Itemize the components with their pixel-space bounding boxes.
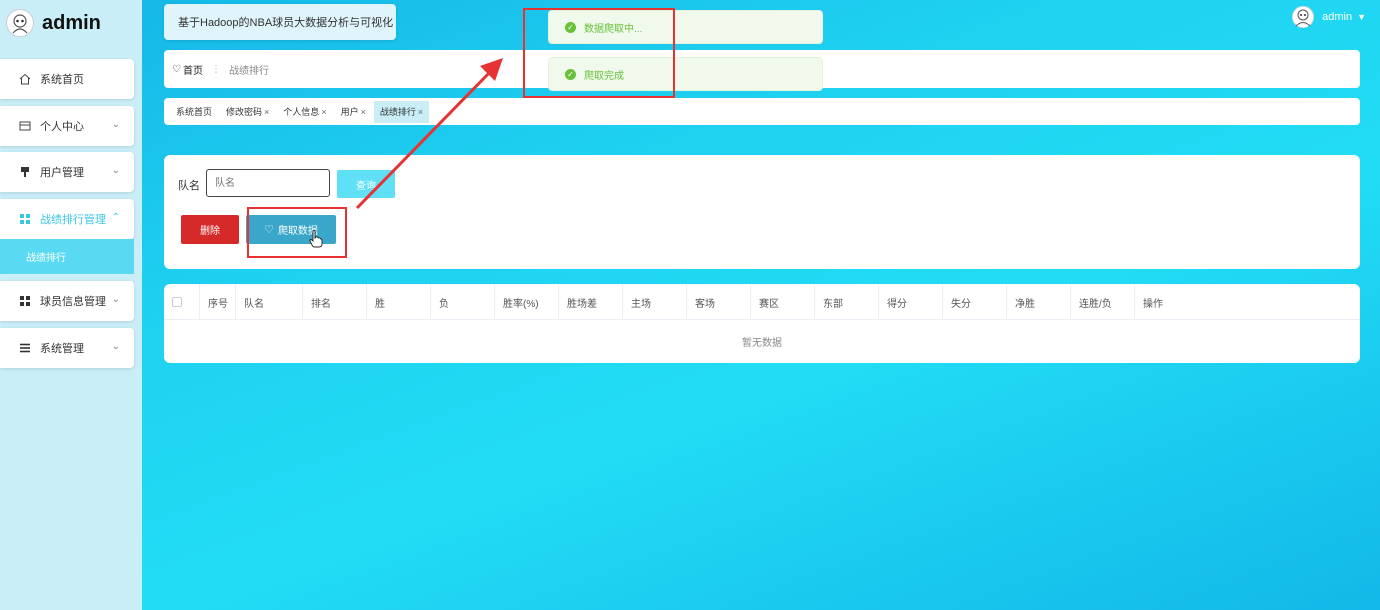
column-header: 负 bbox=[431, 284, 495, 320]
system-title: 基于Hadoop的NBA球员大数据分析与可视化 bbox=[164, 4, 396, 40]
column-header: 序号 bbox=[200, 284, 236, 320]
tab-ranking[interactable]: 战绩排行 × bbox=[373, 100, 430, 123]
column-header: 排名 bbox=[303, 284, 367, 320]
breadcrumb-separator: ⋮ bbox=[210, 63, 221, 75]
column-header: 主场 bbox=[623, 284, 687, 320]
chevron-down-icon: ⌄ bbox=[111, 119, 120, 130]
column-header: 净胜 bbox=[1007, 284, 1071, 320]
query-button[interactable]: 查询 bbox=[337, 170, 395, 198]
column-header: 胜场差 bbox=[559, 284, 623, 320]
ranking-table: 序号 队名 排名 胜 负 胜率(%) 胜场差 主场 客场 赛区 东部 得分 失分… bbox=[164, 284, 1360, 363]
sidebar-item-label: 球员信息管理 bbox=[40, 296, 106, 308]
chevron-down-icon: ⌄ bbox=[111, 341, 120, 352]
sidebar-item-label: 用户管理 bbox=[40, 167, 84, 179]
column-header: 客场 bbox=[687, 284, 751, 320]
tab-label: 战绩排行 bbox=[379, 107, 416, 117]
chevron-up-icon: ⌃ bbox=[111, 212, 120, 223]
delete-button[interactable]: 删除 bbox=[181, 215, 239, 244]
tab-user[interactable]: 用户 × bbox=[335, 101, 372, 123]
sidebar-item-label: 个人中心 bbox=[40, 121, 84, 133]
user-menu[interactable]: admin ▼ bbox=[1292, 6, 1366, 28]
sidebar-item-player-manage[interactable]: 球员信息管理 ⌄ bbox=[0, 281, 134, 321]
column-header: 失分 bbox=[943, 284, 1007, 320]
tabs-bar: 系统首页 修改密码 × 个人信息 × 用户 × 战绩排行 × bbox=[164, 98, 1360, 125]
column-header: 连胜/负 bbox=[1071, 284, 1135, 320]
tab-label: 系统首页 bbox=[176, 107, 213, 117]
table-header: 序号 队名 排名 胜 负 胜率(%) 胜场差 主场 客场 赛区 东部 得分 失分… bbox=[164, 284, 1360, 320]
column-header: 赛区 bbox=[751, 284, 815, 320]
select-all-checkbox-cell bbox=[164, 284, 200, 320]
tab-label: 个人信息 bbox=[283, 107, 320, 117]
sidebar-item-home[interactable]: 系统首页 bbox=[0, 59, 134, 99]
close-icon[interactable]: × bbox=[418, 107, 423, 117]
breadcrumb-current: 战绩排行 bbox=[228, 65, 269, 77]
column-header: 胜率(%) bbox=[495, 284, 559, 320]
grid-icon bbox=[18, 294, 32, 308]
sidebar-item-label: 系统管理 bbox=[40, 343, 84, 355]
grid-icon bbox=[18, 212, 32, 226]
sidebar: admin 系统首页 个人中心 ⌄ 用户管理 ⌄ 战绩排行管理 ⌃ 战绩排行 球… bbox=[0, 0, 142, 610]
tab-label: 修改密码 bbox=[226, 107, 263, 117]
close-icon[interactable]: × bbox=[321, 107, 326, 117]
sidebar-item-label: 系统首页 bbox=[40, 74, 84, 86]
tab-change-password[interactable]: 修改密码 × bbox=[220, 101, 275, 123]
close-icon[interactable]: × bbox=[264, 107, 269, 117]
user-manage-icon bbox=[18, 165, 32, 179]
username: admin bbox=[1322, 11, 1353, 23]
tab-personal-info[interactable]: 个人信息 × bbox=[277, 101, 332, 123]
chevron-down-icon: ⌄ bbox=[111, 294, 120, 305]
sidebar-brand: admin bbox=[0, 0, 142, 46]
caret-down-icon: ▼ bbox=[1357, 12, 1366, 22]
home-icon bbox=[18, 72, 32, 86]
close-icon[interactable]: × bbox=[361, 107, 366, 117]
column-header: 东部 bbox=[815, 284, 879, 320]
sidebar-item-profile[interactable]: 个人中心 ⌄ bbox=[0, 106, 134, 146]
breadcrumb-home-label: 首页 bbox=[182, 65, 203, 77]
table-empty-text: 暂无数据 bbox=[742, 338, 782, 349]
column-header: 队名 bbox=[236, 284, 303, 320]
column-header: 得分 bbox=[879, 284, 943, 320]
sidebar-item-label: 战绩排行管理 bbox=[40, 214, 106, 226]
sidebar-item-system-manage[interactable]: 系统管理 ⌄ bbox=[0, 328, 134, 368]
highlight-box-notifications bbox=[523, 8, 675, 98]
sidebar-item-ranking-manage[interactable]: 战绩排行管理 ⌃ bbox=[0, 199, 134, 239]
tab-home[interactable]: 系统首页 bbox=[170, 101, 218, 123]
list-icon bbox=[18, 341, 32, 355]
chevron-down-icon: ⌄ bbox=[111, 165, 120, 176]
sidebar-item-user-manage[interactable]: 用户管理 ⌄ bbox=[0, 152, 134, 192]
avatar bbox=[1292, 6, 1315, 28]
brand-title: admin bbox=[42, 11, 101, 34]
heart-icon: ♡ bbox=[172, 63, 181, 75]
sidebar-subitem-ranking[interactable]: 战绩排行 bbox=[0, 239, 134, 274]
team-name-label: 队名 bbox=[178, 180, 200, 192]
column-header: 胜 bbox=[367, 284, 431, 320]
breadcrumb-home[interactable]: ♡ 首页 bbox=[172, 62, 203, 77]
select-all-checkbox[interactable] bbox=[172, 297, 182, 307]
team-name-input[interactable] bbox=[206, 169, 330, 197]
card-icon bbox=[18, 119, 32, 133]
highlight-box-crawl-button bbox=[247, 207, 347, 258]
column-header: 操作 bbox=[1143, 298, 1163, 310]
tab-label: 用户 bbox=[340, 107, 359, 117]
brand-avatar-icon bbox=[6, 9, 34, 37]
